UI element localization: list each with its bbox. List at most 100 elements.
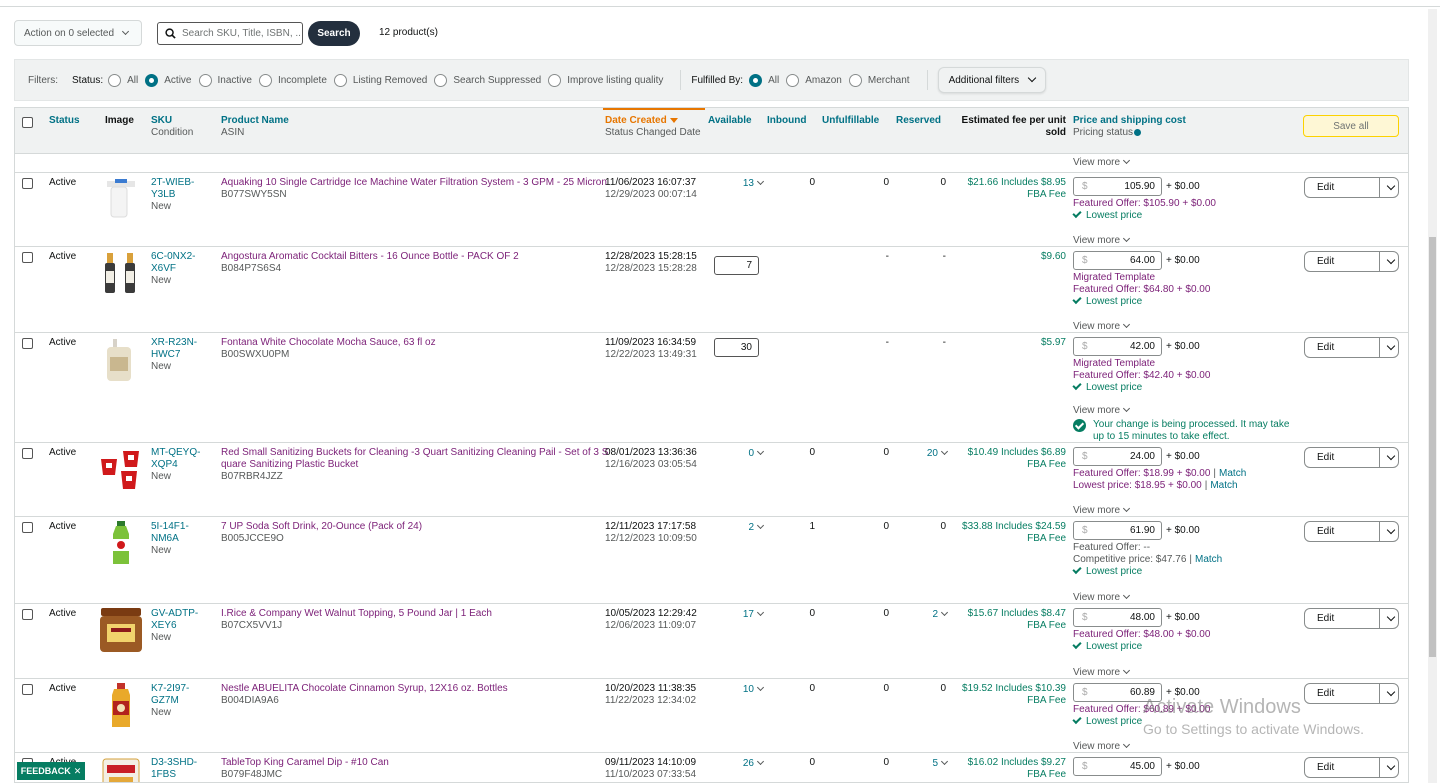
radio-button[interactable] xyxy=(434,73,448,87)
row-checkbox[interactable] xyxy=(22,338,33,349)
fulfilled-filter-option[interactable]: Amazon xyxy=(786,73,842,87)
product-title[interactable]: I.Rice & Company Wet Walnut Topping, 5 P… xyxy=(221,608,492,620)
sku-link-cont[interactable]: XEY6 xyxy=(151,620,198,632)
sku-link[interactable]: 6C-0NX2- xyxy=(151,251,195,263)
search-button[interactable]: Search xyxy=(308,21,360,46)
header-date-created[interactable]: Date Created Status Changed Date xyxy=(605,115,701,139)
price-input[interactable]: $24.00 xyxy=(1073,447,1162,466)
info-icon[interactable] xyxy=(1134,128,1142,136)
product-image[interactable] xyxy=(97,681,145,729)
status-filter-option[interactable]: Inactive xyxy=(198,73,252,87)
row-checkbox[interactable] xyxy=(22,522,33,533)
edit-menu-dropdown[interactable] xyxy=(1379,178,1398,197)
radio-button[interactable] xyxy=(749,73,763,87)
save-all-button[interactable]: Save all xyxy=(1303,115,1399,137)
sku-link[interactable]: 2T-WIEB- xyxy=(151,177,194,189)
status-filter-option[interactable]: Active xyxy=(145,73,192,87)
close-icon[interactable]: ✕ xyxy=(74,766,82,777)
price-input[interactable]: $60.89 xyxy=(1073,683,1162,702)
edit-menu-dropdown[interactable] xyxy=(1379,252,1398,271)
product-image[interactable] xyxy=(97,335,145,383)
product-image[interactable] xyxy=(97,606,145,654)
view-more-link[interactable]: View more xyxy=(1073,156,1131,168)
edit-menu-dropdown[interactable] xyxy=(1379,609,1398,628)
edit-button[interactable]: Edit xyxy=(1304,251,1399,272)
sku-link[interactable]: D3-3SHD- xyxy=(151,757,197,769)
product-title-cont[interactable]: quare Sanitizing Plastic Bucket xyxy=(221,459,608,471)
search-input[interactable]: Search SKU, Title, ISBN, ... xyxy=(157,22,303,45)
feedback-button[interactable]: FEEDBACK ✕ xyxy=(17,762,85,780)
row-checkbox[interactable] xyxy=(22,448,33,459)
estimated-fee[interactable]: $15.67 Includes $8.47 FBA Fee xyxy=(955,608,1066,632)
available-quantity-input[interactable]: 7 xyxy=(714,256,759,275)
select-all-checkbox[interactable] xyxy=(22,117,33,128)
edit-menu-dropdown[interactable] xyxy=(1379,522,1398,541)
sku-link[interactable]: XR-R23N- xyxy=(151,337,197,349)
reserved-quantity[interactable]: 2 xyxy=(895,608,949,621)
estimated-fee[interactable]: $33.88 Includes $24.59 FBA Fee xyxy=(955,521,1066,545)
product-image[interactable] xyxy=(97,445,145,493)
row-checkbox[interactable] xyxy=(22,684,33,695)
product-title[interactable]: TableTop King Caramel Dip - #10 Can xyxy=(221,757,389,769)
estimated-fee[interactable]: $19.52 Includes $10.39 FBA Fee xyxy=(955,683,1066,707)
header-unfulfillable[interactable]: Unfulfillable xyxy=(822,115,879,127)
radio-button[interactable] xyxy=(108,73,122,87)
sku-link-cont[interactable]: XQP4 xyxy=(151,459,200,471)
match-link[interactable]: Match xyxy=(1195,554,1222,565)
view-more-link[interactable]: View more xyxy=(1073,404,1131,417)
edit-button[interactable]: Edit xyxy=(1304,683,1399,704)
available-quantity[interactable]: 26 xyxy=(723,757,765,770)
additional-filters-dropdown[interactable]: Additional filters xyxy=(937,67,1047,93)
product-title[interactable]: Red Small Sanitizing Buckets for Cleanin… xyxy=(221,447,608,459)
radio-button[interactable] xyxy=(548,73,562,87)
product-image[interactable] xyxy=(97,175,145,223)
match-link[interactable]: Match xyxy=(1219,468,1246,479)
status-filter-option[interactable]: Listing Removed xyxy=(333,73,427,87)
sku-link-cont[interactable]: X6VF xyxy=(151,263,195,275)
header-sku[interactable]: SKU Condition xyxy=(151,115,193,139)
edit-button[interactable]: Edit xyxy=(1304,447,1399,468)
fulfilled-filter-option[interactable]: All xyxy=(749,73,779,87)
header-price[interactable]: Price and shipping cost Pricing status xyxy=(1073,115,1186,139)
reserved-quantity[interactable]: 5 xyxy=(895,757,949,770)
edit-button[interactable]: Edit xyxy=(1304,757,1399,778)
available-quantity[interactable]: 0 xyxy=(723,447,765,460)
available-quantity[interactable]: 17 xyxy=(723,608,765,621)
edit-button[interactable]: Edit xyxy=(1304,337,1399,358)
edit-menu-dropdown[interactable] xyxy=(1379,338,1398,357)
edit-button[interactable]: Edit xyxy=(1304,177,1399,198)
sku-link-cont[interactable]: NM6A xyxy=(151,533,189,545)
match-link[interactable]: Match xyxy=(1210,480,1237,491)
scrollbar-thumb[interactable] xyxy=(1429,237,1436,657)
header-product-name[interactable]: Product Name ASIN xyxy=(221,115,289,139)
edit-menu-dropdown[interactable] xyxy=(1379,758,1398,777)
sku-link-cont[interactable]: HWC7 xyxy=(151,349,197,361)
edit-button[interactable]: Edit xyxy=(1304,521,1399,542)
sku-link[interactable]: K7-2I97- xyxy=(151,683,189,695)
row-checkbox[interactable] xyxy=(22,252,33,263)
status-filter-option[interactable]: Incomplete xyxy=(258,73,327,87)
bulk-action-dropdown[interactable]: Action on 0 selected xyxy=(14,20,142,46)
price-input[interactable]: $61.90 xyxy=(1073,521,1162,540)
available-quantity-input[interactable]: 30 xyxy=(714,338,759,357)
available-quantity[interactable]: 13 xyxy=(723,177,765,190)
product-image[interactable] xyxy=(97,249,145,297)
sku-link-cont[interactable]: GZ7M xyxy=(151,695,189,707)
edit-menu-dropdown[interactable] xyxy=(1379,448,1398,467)
radio-button[interactable] xyxy=(198,73,212,87)
status-filter-option[interactable]: Improve listing quality xyxy=(548,73,663,87)
radio-button[interactable] xyxy=(848,73,862,87)
available-quantity[interactable]: 2 xyxy=(723,521,765,534)
product-image[interactable] xyxy=(97,755,145,782)
estimated-fee[interactable]: $21.66 Includes $8.95 FBA Fee xyxy=(955,177,1066,201)
product-image[interactable] xyxy=(97,519,145,567)
product-title[interactable]: Nestle ABUELITA Chocolate Cinnamon Syrup… xyxy=(221,683,508,695)
sku-link-cont[interactable]: Y3LB xyxy=(151,189,194,201)
sku-link-cont[interactable]: 1FBS xyxy=(151,769,197,781)
header-available[interactable]: Available xyxy=(708,115,752,127)
sku-link[interactable]: MT-QEYQ- xyxy=(151,447,200,459)
product-title[interactable]: Fontana White Chocolate Mocha Sauce, 63 … xyxy=(221,337,436,349)
available-quantity[interactable]: 10 xyxy=(723,683,765,696)
estimated-fee[interactable]: $16.02 Includes $9.27 FBA Fee xyxy=(955,757,1066,781)
radio-button[interactable] xyxy=(145,73,159,87)
